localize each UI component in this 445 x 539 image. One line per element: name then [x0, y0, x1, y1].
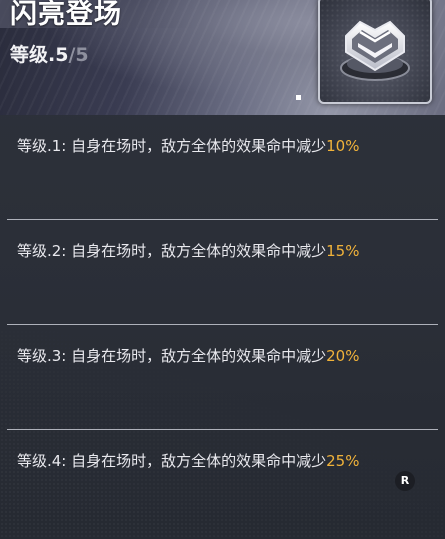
r-button-badge[interactable]: R: [395, 471, 415, 491]
level-value: 10%: [326, 137, 360, 155]
chevron-crest-icon: [340, 20, 410, 81]
current-level: 等级.5/5: [10, 40, 89, 67]
level-list: 等级.1: 自身在场时，敌方全体的效果命中减少10% 等级.2: 自身在场时，敌…: [0, 115, 445, 535]
level-value: 25%: [326, 452, 360, 470]
level-description: 等级.1: 自身在场时，敌方全体的效果命中减少10%: [17, 135, 359, 156]
level-label: 等级.5: [10, 44, 69, 66]
level-row: 等级.3: 自身在场时，敌方全体的效果命中减少20%: [0, 325, 445, 430]
level-description: 等级.3: 自身在场时，敌方全体的效果命中减少20%: [17, 345, 359, 366]
page-dot-indicator: [296, 95, 301, 100]
level-text: 等级.2: 自身在场时，敌方全体的效果命中减少: [17, 242, 327, 260]
level-description: 等级.4: 自身在场时，敌方全体的效果命中减少25%: [17, 450, 359, 471]
skill-icon-frame[interactable]: [318, 0, 432, 104]
level-value: 15%: [326, 242, 360, 260]
level-row: 等级.2: 自身在场时，敌方全体的效果命中减少15%: [0, 220, 445, 325]
level-text: 等级.1: 自身在场时，敌方全体的效果命中减少: [17, 137, 327, 155]
level-row: 等级.1: 自身在场时，敌方全体的效果命中减少10%: [0, 115, 445, 220]
skill-title: 闪亮登场: [10, 0, 122, 30]
level-value: 20%: [326, 347, 360, 365]
level-max: /5: [68, 44, 89, 66]
level-description: 等级.2: 自身在场时，敌方全体的效果命中减少15%: [17, 240, 359, 261]
level-row: 等级.4: 自身在场时，敌方全体的效果命中减少25%: [0, 430, 445, 535]
skill-detail-panel: 闪亮登场 等级.5/5 等级.1: 自身在场时，敌方全体的效果命中减少10% 等…: [0, 0, 445, 539]
level-text: 等级.4: 自身在场时，敌方全体的效果命中减少: [17, 452, 327, 470]
level-text: 等级.3: 自身在场时，敌方全体的效果命中减少: [17, 347, 327, 365]
